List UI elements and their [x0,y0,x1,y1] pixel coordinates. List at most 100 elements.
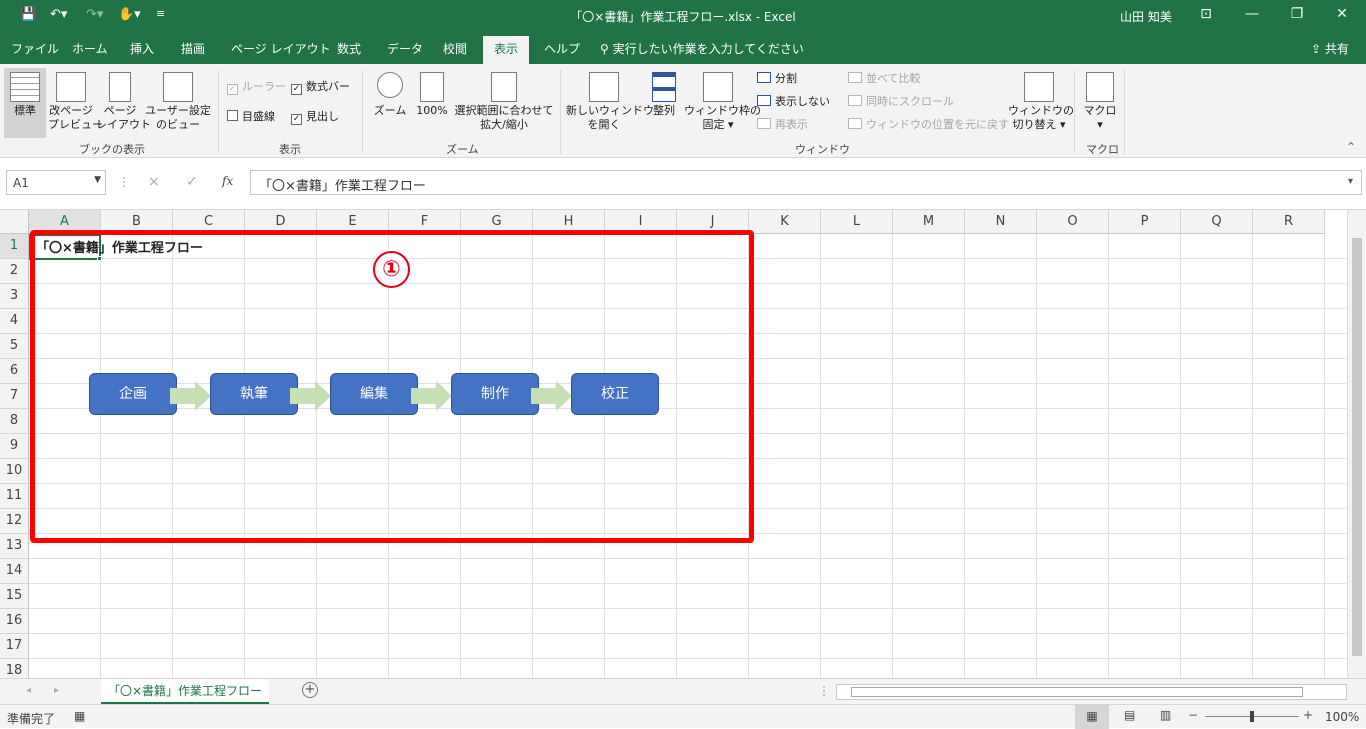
freeze-panes-button[interactable]: ウィンドウ枠の 固定 ▾ [684,72,761,132]
tab-data[interactable]: データ [387,40,423,57]
tab-view[interactable]: 表示 [483,36,530,64]
new-window-button[interactable]: 新しいウィンドウ を開く [566,72,654,132]
row-header[interactable]: 6 [0,359,29,384]
name-box[interactable]: A1 ▼ [6,170,106,195]
zoom-out-icon[interactable]: − [1188,708,1198,722]
tab-help[interactable]: ヘルプ [544,40,580,57]
column-header[interactable]: O [1037,210,1109,234]
row-header[interactable]: 13 [0,534,29,559]
synchronous-scrolling-button[interactable]: 同時にスクロール [848,95,954,109]
formula-input[interactable]: 「〇×書籍」作業工程フロー [250,170,1362,195]
zoom-button[interactable]: ズーム [370,72,410,118]
row-header[interactable]: 4 [0,309,29,334]
vertical-scroll-thumb[interactable] [1352,238,1362,656]
zoom-slider-thumb[interactable] [1250,711,1254,722]
flow-arrow-3[interactable] [411,381,452,411]
row-header[interactable]: 1 [0,234,29,259]
zoom-100-button[interactable]: 100% [412,72,452,118]
row-header[interactable]: 17 [0,634,29,659]
flow-step-proofreading[interactable]: 校正 [571,373,659,415]
row-header[interactable]: 2 [0,259,29,284]
tab-insert[interactable]: 挿入 [130,40,154,57]
enter-icon[interactable]: ✓ [186,174,198,190]
row-header[interactable]: 3 [0,284,29,309]
share-button[interactable]: ⇪ 共有 [1311,40,1349,57]
normal-view-status-icon[interactable]: ▦ [1075,705,1109,729]
column-header[interactable]: P [1109,210,1181,234]
headings-checkbox[interactable]: ✓ 見出し [291,110,339,125]
flow-step-planning[interactable]: 企画 [89,373,177,415]
page-break-status-icon[interactable]: ▥ [1160,708,1171,722]
switch-windows-button[interactable]: ウィンドウの 切り替え ▾ [1008,72,1074,132]
new-window-label-1: 新しいウィンドウ [566,104,654,117]
expand-formula-bar-icon[interactable]: ▾ [1348,176,1353,187]
arrange-all-button[interactable]: 整列 [648,72,680,118]
zoom-level[interactable]: 100% [1325,710,1359,724]
row-header[interactable]: 15 [0,584,29,609]
formula-bar-checkbox[interactable]: ✓ 数式バー [291,80,350,95]
name-box-dropdown-icon[interactable]: ▼ [94,175,101,185]
hide-window-button[interactable]: 表示しない [757,95,830,109]
row-header[interactable]: 12 [0,509,29,534]
tab-formulas[interactable]: 数式 [337,40,361,57]
reset-window-position-button[interactable]: ウィンドウの位置を元に戻す [848,118,1009,132]
column-header[interactable]: M [893,210,965,234]
custom-views-button[interactable]: ユーザー設定 のビュー [144,72,212,132]
cancel-icon[interactable]: × [148,174,160,190]
flow-arrow-4[interactable] [531,381,572,411]
row-header[interactable]: 16 [0,609,29,634]
column-header[interactable]: N [965,210,1037,234]
select-all-corner[interactable] [0,210,29,234]
row-header[interactable]: 9 [0,434,29,459]
tab-review[interactable]: 校閲 [443,40,467,57]
user-name[interactable]: 山田 知美 [1120,8,1172,25]
close-icon[interactable]: ✕ [1322,6,1362,22]
row-header[interactable]: 7 [0,384,29,409]
row-header[interactable]: 8 [0,409,29,434]
tell-me-search[interactable]: ⚲ 実行したい作業を入力してください [600,40,804,57]
macros-button[interactable]: マクロ ▾ [1080,72,1120,132]
minimize-icon[interactable]: — [1232,6,1272,22]
scroll-tabs-right-icon[interactable]: ▸ [54,685,59,696]
column-header[interactable]: L [821,210,893,234]
ribbon-display-options-icon[interactable]: ⊡ [1186,6,1226,22]
flow-step-production[interactable]: 制作 [451,373,539,415]
unhide-window-button[interactable]: 再表示 [757,118,808,132]
flow-step-editing[interactable]: 編集 [330,373,418,415]
row-header[interactable]: 11 [0,484,29,509]
new-sheet-icon[interactable]: + [302,682,318,698]
normal-view-button[interactable]: 標準 [4,68,46,138]
tab-page-layout[interactable]: ページ レイアウト [231,40,331,57]
insert-function-icon[interactable]: fx [222,174,233,188]
split-button[interactable]: 分割 [757,72,797,86]
horizontal-scroll-thumb[interactable] [851,687,1303,697]
tab-draw[interactable]: 描画 [181,40,205,57]
gridlines-checkbox[interactable]: 目盛線 [227,110,275,124]
vertical-scrollbar[interactable] [1347,210,1366,678]
page-layout-view-button[interactable]: ページ レイアウト [96,72,151,132]
page-layout-status-icon[interactable]: ▤ [1124,708,1135,722]
row-header[interactable]: 10 [0,459,29,484]
column-header[interactable]: K [749,210,821,234]
zoom-in-icon[interactable]: + [1303,708,1313,722]
restore-icon[interactable]: ❐ [1277,6,1317,22]
horizontal-scrollbar[interactable] [836,684,1347,700]
flow-step-writing[interactable]: 執筆 [210,373,298,415]
scroll-tabs-left-icon[interactable]: ◂ [26,685,31,696]
zoom-to-selection-button[interactable]: 選択範囲に合わせて 拡大/縮小 [454,72,554,132]
flow-arrow-2[interactable] [290,381,331,411]
column-header[interactable]: R [1253,210,1325,234]
column-header[interactable]: Q [1181,210,1253,234]
page-break-preview-button[interactable]: 改ページ プレビュー [48,72,103,132]
macro-recording-icon[interactable]: ▦ [74,709,85,723]
collapse-ribbon-icon[interactable]: ⌃ [1346,140,1356,154]
row-header[interactable]: 5 [0,334,29,359]
row-header[interactable]: 14 [0,559,29,584]
tab-splitter-icon[interactable]: ⋮ [818,684,830,698]
tab-file[interactable]: ファイル [11,40,59,57]
view-side-by-side-button[interactable]: 並べて比較 [848,72,921,86]
sheet-tab-active[interactable]: 「〇×書籍」作業工程フロー [101,679,269,705]
tab-home[interactable]: ホーム [72,40,108,57]
ruler-checkbox[interactable]: ✓ ルーラー [227,80,286,95]
flow-arrow-1[interactable] [170,381,211,411]
